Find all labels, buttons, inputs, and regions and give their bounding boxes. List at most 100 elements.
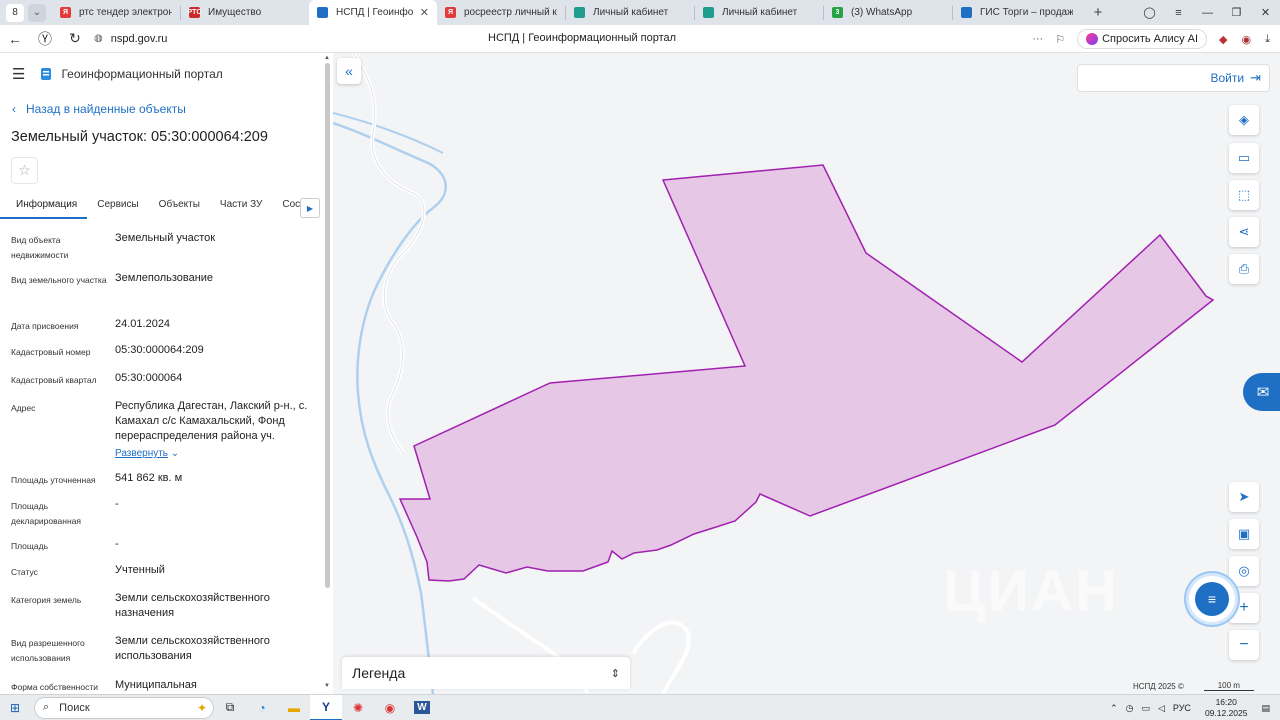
chrome-icon[interactable]: ◉ bbox=[374, 695, 406, 720]
layers-button[interactable]: ◈ bbox=[1229, 105, 1259, 135]
new-tab-icon[interactable]: + bbox=[1087, 4, 1109, 21]
scale-bar: 100 m bbox=[1203, 681, 1254, 691]
minimize-icon[interactable]: — bbox=[1193, 7, 1222, 19]
tab-parts[interactable]: Части ЗУ bbox=[210, 193, 272, 219]
browser-tab[interactable]: Яросреестр личный каби bbox=[437, 0, 565, 25]
property-label: Форма собственности bbox=[11, 682, 98, 692]
property-value-block: Учтенный bbox=[115, 563, 315, 578]
map-canvas[interactable] bbox=[333, 53, 1280, 694]
expand-updown-icon[interactable]: ⇕ bbox=[611, 667, 620, 680]
menu-icon[interactable]: ≡ bbox=[1164, 7, 1193, 19]
profile-icon[interactable]: ◯ bbox=[1135, 6, 1164, 19]
downloads-icon[interactable]: ⤓ bbox=[1265, 33, 1270, 46]
ruler-button[interactable]: ▭ bbox=[1229, 143, 1259, 173]
browser-tab[interactable]: ГИС Торги – продажи го bbox=[953, 0, 1081, 25]
property-value: 05:30:000064:209 bbox=[115, 344, 204, 356]
hamburger-menu-icon[interactable]: ☰ bbox=[12, 65, 25, 83]
volume-icon[interactable]: ◁ bbox=[1158, 703, 1165, 714]
notifications-icon[interactable]: ▤ bbox=[1261, 703, 1270, 714]
start-icon[interactable]: ⊞ bbox=[0, 701, 30, 715]
ruler-icon: ▭ bbox=[1237, 150, 1251, 165]
language-indicator[interactable]: РУС bbox=[1173, 703, 1191, 713]
close-window-icon[interactable]: ✕ bbox=[1251, 6, 1280, 19]
property-value: Республика Дагестан, Лакский р-н., с. Ка… bbox=[115, 400, 308, 442]
favorite-button[interactable]: ☆ bbox=[11, 157, 38, 184]
tab-close-icon[interactable]: ✕ bbox=[420, 6, 429, 19]
alice-button[interactable]: Спросить Алису AI bbox=[1077, 29, 1208, 49]
browser-tab[interactable]: 3 (3) WhatsApp bbox=[824, 0, 952, 25]
url-field[interactable]: ◍ nspd.gov.ru bbox=[94, 33, 167, 45]
tabs-next-button[interactable]: ▶ bbox=[300, 198, 320, 218]
property-value-block: Муниципальная bbox=[115, 678, 315, 693]
print-button[interactable]: ⎙ bbox=[1229, 254, 1259, 284]
tab-information[interactable]: Информация bbox=[0, 193, 88, 219]
extension-icon[interactable]: ◆ bbox=[1219, 33, 1227, 46]
sidebar-scrollbar[interactable] bbox=[325, 63, 330, 588]
taskbar-search[interactable]: ⌕ Поиск ✦ bbox=[34, 696, 214, 719]
browser-tab[interactable]: Личный кабинет bbox=[695, 0, 823, 25]
scroll-down-icon[interactable]: ▼ bbox=[324, 683, 330, 689]
property-label: Вид объекта недвижимости bbox=[11, 235, 69, 260]
star-icon: ☆ bbox=[18, 162, 31, 178]
road-3 bbox=[631, 620, 691, 694]
reload-icon[interactable]: ↻ bbox=[60, 30, 90, 47]
tray-app-icon[interactable]: ◷ bbox=[1126, 703, 1134, 714]
bookmark-icon[interactable]: ⚐ bbox=[1055, 33, 1065, 46]
browser-tab[interactable]: Яртс тендер электронная bbox=[52, 0, 180, 25]
geolocation-button[interactable]: ➤ bbox=[1229, 482, 1259, 512]
map-view[interactable]: ЦИАН « Войти ⇥ ◈ ▭ ⬚ ⋖ ⎙ ➤ ▣ ◎ + − ✉ ≡ Л… bbox=[333, 53, 1280, 694]
minimap-button[interactable]: ▣ bbox=[1229, 519, 1259, 549]
extension-2-icon[interactable]: ◉ bbox=[1242, 33, 1252, 46]
land-parcel-polygon[interactable] bbox=[398, 164, 1215, 582]
watermark-text: ЦИАН bbox=[943, 559, 1119, 624]
locate-button[interactable]: ◎ bbox=[1229, 556, 1259, 586]
back-to-results-link[interactable]: ‹ Назад в найденные объекты bbox=[12, 102, 186, 116]
yandex-icon[interactable]: Ⓨ bbox=[30, 29, 60, 49]
legend-panel[interactable]: Легенда ⇕ bbox=[342, 657, 630, 689]
layers-icon: ◈ bbox=[1239, 112, 1249, 127]
chevron-left-icon: ‹ bbox=[12, 102, 16, 116]
select-area-button[interactable]: ⬚ bbox=[1229, 180, 1259, 210]
tab-favicon-icon: Я bbox=[445, 7, 456, 18]
info-sidebar: ☰ Геоинформационный портал ‹ Назад в най… bbox=[0, 53, 333, 694]
chevron-down-icon[interactable]: ⌄ bbox=[168, 448, 179, 459]
tab-services[interactable]: Сервисы bbox=[87, 193, 148, 219]
edge-icon[interactable]: ◔ bbox=[246, 695, 278, 720]
clock[interactable]: 16:20 09.12.2025 bbox=[1205, 697, 1248, 719]
address-bar-actions: ··· ⚐ Спросить Алису AI ◆ ◉ ⤓ bbox=[1032, 25, 1280, 53]
browser-tab[interactable]: Личный кабинет bbox=[566, 0, 694, 25]
tray-expand-icon[interactable]: ⌃ bbox=[1110, 703, 1118, 714]
tab-label: ГИС Торги – продажи го bbox=[980, 7, 1073, 18]
site-info-icon[interactable]: ◍ bbox=[94, 33, 103, 44]
double-chevron-left-icon: « bbox=[345, 63, 353, 79]
expand-address-link[interactable]: Развернуть bbox=[115, 446, 168, 461]
scroll-up-icon[interactable]: ▲ bbox=[324, 55, 330, 61]
restore-icon[interactable]: ❐ bbox=[1222, 6, 1251, 19]
tab-counter[interactable]: 8 bbox=[6, 3, 24, 22]
login-button[interactable]: Войти ⇥ bbox=[1077, 64, 1270, 92]
file-explorer-icon[interactable]: ▬ bbox=[278, 695, 310, 720]
support-button[interactable]: ✉ bbox=[1243, 373, 1280, 411]
property-value-block: 24.01.2024 bbox=[115, 317, 315, 332]
share-button[interactable]: ⋖ bbox=[1229, 217, 1259, 247]
tab-objects[interactable]: Объекты bbox=[149, 193, 210, 219]
word-icon[interactable]: W bbox=[406, 695, 438, 720]
network-icon[interactable]: ▭ bbox=[1141, 703, 1150, 714]
zoom-out-button[interactable]: − bbox=[1229, 630, 1259, 660]
yandex-browser-icon[interactable]: Y bbox=[310, 694, 342, 720]
more-icon[interactable]: ··· bbox=[1032, 33, 1043, 45]
property-value-block: Земельный участок bbox=[115, 231, 315, 246]
tab-list-icon[interactable]: ⌄ bbox=[28, 3, 46, 22]
tab-favicon-icon bbox=[703, 7, 714, 18]
address-bar: ← Ⓨ ↻ ◍ nspd.gov.ru НСПД | Геоинформацио… bbox=[0, 25, 1280, 53]
browser-tab[interactable]: РТС Имущество bbox=[181, 0, 309, 25]
chat-button[interactable]: ≡ bbox=[1189, 576, 1235, 622]
collapse-sidebar-button[interactable]: « bbox=[337, 58, 361, 84]
property-value-block: - bbox=[115, 497, 315, 512]
screen: 8 ⌄ Яртс тендер электронная РТС Имущество Н… bbox=[0, 0, 1280, 720]
app-icon[interactable]: ✺ bbox=[342, 695, 374, 720]
task-view-icon[interactable]: ⧉ bbox=[214, 695, 246, 720]
property-value-block: Земли сельскохозяйственного назначения bbox=[115, 591, 315, 621]
browser-tab[interactable]: НСПД | Геоинформац ✕ bbox=[309, 0, 437, 25]
back-icon[interactable]: ← bbox=[0, 31, 30, 47]
